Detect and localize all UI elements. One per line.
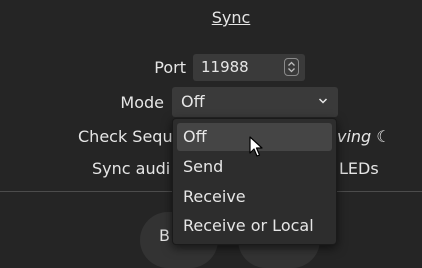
port-label: Port xyxy=(154,58,186,77)
mode-selected-value: Off xyxy=(181,92,205,111)
sync-audio-label: Sync audi xyxy=(92,159,171,178)
section-title: Sync xyxy=(211,8,251,27)
bottom-button-left-label: B xyxy=(159,226,170,245)
mode-label: Mode xyxy=(120,93,164,112)
mode-option-receive[interactable]: Receive xyxy=(177,183,332,211)
port-spinbox[interactable]: 11988 xyxy=(193,54,305,81)
check-sequence-label: Check Sequ xyxy=(78,127,173,146)
mouse-cursor-icon xyxy=(249,136,263,157)
spinner-arrows-icon[interactable] xyxy=(284,58,299,76)
check-sequence-tail: ving ☾ xyxy=(337,127,391,146)
mode-select[interactable]: Off xyxy=(172,87,338,117)
port-value[interactable]: 11988 xyxy=(201,58,249,76)
mode-option-receive-or-local[interactable]: Receive or Local xyxy=(177,212,332,240)
leds-label: LEDs xyxy=(339,159,379,178)
chevron-down-icon xyxy=(318,98,328,104)
